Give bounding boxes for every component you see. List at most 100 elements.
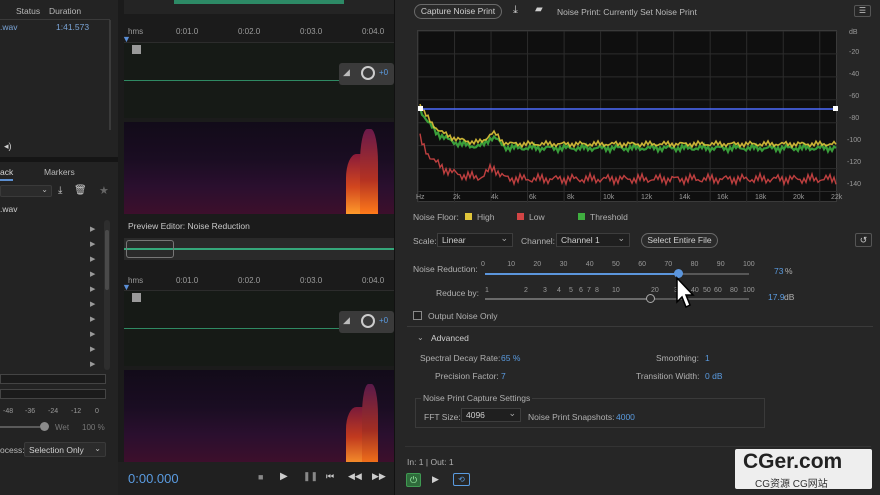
precision-factor-value[interactable]: 7: [501, 371, 506, 381]
watermark-title: CGer.com: [743, 450, 843, 473]
save-noise-print-icon[interactable]: ⤓: [513, 4, 518, 17]
slider-tick-label: 100: [743, 287, 755, 294]
hz-axis: Hz 2k 4k 6k 8k 10k 12k 14k 16k 18k 20k 2…: [395, 194, 875, 204]
gain-hud[interactable]: ◢ +0: [339, 63, 394, 85]
hz-tick-label: 22k: [831, 194, 843, 201]
hz-tick-label: 10k: [603, 194, 615, 201]
ruler-label: 0:02.0: [238, 27, 261, 36]
slot-arrow-icon[interactable]: ▶: [90, 225, 100, 233]
hz-tick-label: 6k: [529, 194, 537, 201]
gain-knob-icon[interactable]: [361, 314, 375, 328]
panel-divider: [0, 157, 118, 162]
save-preset-icon[interactable]: ⤓: [58, 185, 70, 197]
chevron-down-icon: ⌄: [41, 185, 48, 194]
tab-effects-rack[interactable]: ack: [0, 167, 14, 181]
transport-bar: 0:00.000 ■ ▶ ❚❚ ⏮ ◀◀ ▶▶: [118, 462, 394, 495]
mix-slider-handle[interactable]: [40, 422, 49, 431]
fft-size-label: FFT Size:: [424, 412, 461, 422]
slot-arrow-icon[interactable]: ▶: [90, 360, 100, 368]
transition-width-value[interactable]: 0 dB: [705, 371, 723, 381]
duration-column-header[interactable]: Duration: [49, 6, 81, 16]
scale-label: Scale:: [413, 236, 437, 246]
overview-strip[interactable]: [124, 0, 394, 14]
snapshots-value[interactable]: 4000: [616, 412, 635, 422]
spectrogram-top[interactable]: [124, 122, 394, 214]
transition-width-label: Transition Width:: [636, 371, 700, 381]
time-ruler-bottom[interactable]: hms 0:01.0 0:02.0 0:03.0 0:04.0: [124, 275, 394, 289]
waveform-track-bottom[interactable]: ◢ +0: [124, 290, 394, 366]
scale-select[interactable]: Linear: [437, 232, 513, 247]
open-folder-icon[interactable]: ▰: [535, 4, 543, 15]
slot-arrow-icon[interactable]: ▶: [90, 300, 100, 308]
waveform-track-top[interactable]: ◢ +0: [124, 42, 394, 118]
status-column-header[interactable]: Status: [16, 6, 40, 16]
speaker-icon[interactable]: ◂): [4, 141, 12, 152]
output-noise-only-checkbox[interactable]: [413, 311, 422, 320]
noise-graph[interactable]: [417, 30, 838, 203]
preview-overview-strip[interactable]: [124, 238, 394, 260]
preview-play-icon[interactable]: ▶: [432, 474, 439, 485]
slot-arrow-icon[interactable]: ▶: [90, 330, 100, 338]
slot-arrow-icon[interactable]: ▶: [90, 285, 100, 293]
loop-toggle-icon[interactable]: ⟲: [453, 473, 470, 486]
hud-icon[interactable]: [132, 45, 141, 54]
process-dropdown[interactable]: Selection Only ⌄: [24, 442, 106, 457]
hud-icon[interactable]: [132, 293, 141, 302]
reduce-by-value[interactable]: 17.9: [768, 292, 785, 302]
play-icon[interactable]: ▶: [280, 471, 288, 482]
favorite-star-icon[interactable]: ★: [99, 184, 111, 197]
meter-scale: -48 -36 -24 -12 0: [0, 408, 112, 418]
files-scrollbar[interactable]: [109, 20, 111, 130]
fft-size-select[interactable]: 4096: [461, 407, 521, 422]
slot-arrow-icon[interactable]: ▶: [90, 255, 100, 263]
channel-select[interactable]: Channel 1: [556, 232, 630, 247]
reset-icon[interactable]: ↺: [855, 233, 872, 247]
slider-tick-label: 0: [481, 261, 485, 268]
reduce-by-slider-handle[interactable]: [646, 294, 655, 303]
gain-hud[interactable]: ◢ +0: [339, 311, 394, 333]
menu-icon[interactable]: ☰: [854, 5, 871, 17]
meter-label: 0: [95, 408, 99, 415]
chevron-down-icon[interactable]: ⌄: [417, 333, 424, 342]
precision-factor-label: Precision Factor:: [435, 371, 499, 381]
tab-markers[interactable]: Markers: [44, 167, 75, 181]
preview-viewport-handle[interactable]: [126, 240, 174, 258]
db-tick-label: dB: [849, 29, 858, 36]
meter-label: -36: [25, 408, 36, 415]
power-toggle-icon[interactable]: ⏻: [406, 473, 421, 487]
file-row[interactable]: .wav 1:41.573: [0, 22, 110, 34]
mix-slider-track[interactable]: [0, 426, 40, 428]
advanced-title[interactable]: Advanced: [431, 333, 469, 343]
ruler-label: 0:02.0: [238, 276, 261, 285]
db-tick-label: -140: [847, 181, 862, 188]
slot-arrow-icon[interactable]: ▶: [90, 240, 100, 248]
capture-noise-print-button[interactable]: Capture Noise Print: [414, 4, 502, 19]
slot-arrow-icon[interactable]: ▶: [90, 345, 100, 353]
stop-icon[interactable]: ■: [258, 472, 263, 482]
gain-knob-icon[interactable]: [361, 66, 375, 80]
smoothing-value[interactable]: 1: [705, 353, 710, 363]
rack-scrollbar[interactable]: [104, 220, 110, 370]
noise-print-status: Noise Print: Currently Set Noise Print: [557, 7, 697, 17]
slot-arrow-icon[interactable]: ▶: [90, 270, 100, 278]
pause-icon[interactable]: ❚❚: [303, 471, 318, 482]
skip-back-icon[interactable]: ⏮: [326, 471, 334, 482]
slot-arrow-icon[interactable]: ▶: [90, 315, 100, 323]
spectrogram-bottom[interactable]: [124, 370, 394, 462]
legend-threshold: Threshold: [590, 212, 628, 222]
spectral-decay-value[interactable]: 65 %: [501, 353, 520, 363]
slider-tick-label: 20: [651, 287, 659, 294]
slider-tick-label: 1: [485, 287, 489, 294]
slider-tick-label: 8: [595, 287, 599, 294]
noise-reduction-value[interactable]: 73: [774, 266, 783, 276]
select-entire-file-button[interactable]: Select Entire File: [641, 233, 718, 248]
ruler-label: 0:01.0: [176, 27, 199, 36]
preset-dropdown[interactable]: ⌄: [0, 185, 52, 197]
fast-forward-icon[interactable]: ▶▶: [372, 471, 386, 482]
noise-graph-svg: [417, 30, 838, 203]
slider-tick-label: 2: [524, 287, 528, 294]
trash-icon[interactable]: 🗑: [74, 185, 87, 197]
time-ruler-top[interactable]: hms 0:01.0 0:02.0 0:03.0 0:04.0: [124, 26, 394, 40]
high-swatch: [465, 213, 472, 220]
rewind-icon[interactable]: ◀◀: [348, 471, 362, 482]
